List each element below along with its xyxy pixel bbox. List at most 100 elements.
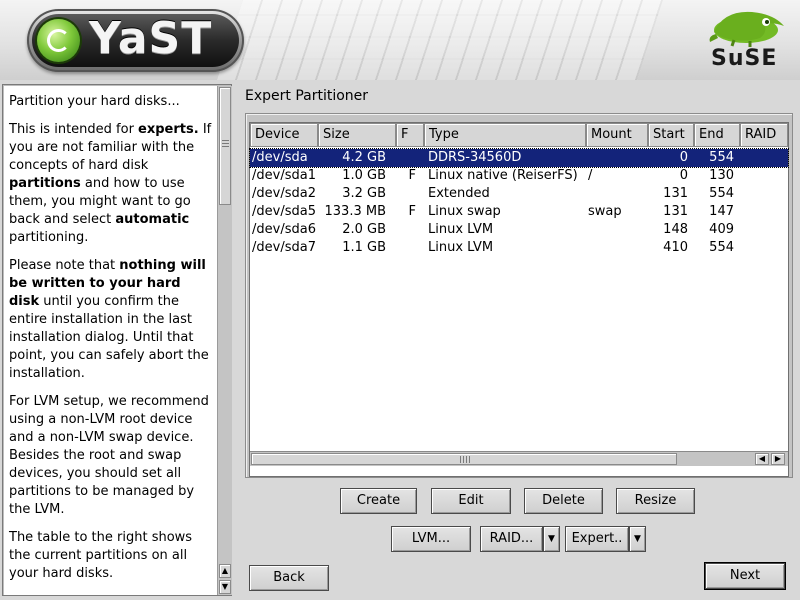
suse-logo-text: SuSE — [711, 46, 778, 71]
resize-button-label: Resize — [634, 493, 677, 508]
column-header-start[interactable]: Start — [648, 123, 694, 147]
scrollbar-grip — [222, 140, 229, 149]
delete-button-label: Delete — [542, 493, 585, 508]
raid-button-label: RAID... — [489, 531, 534, 546]
help-text-frame: Partition your hard disks... This is inte… — [2, 84, 232, 596]
next-button-label: Next — [729, 568, 761, 583]
help-emphasis: experts. — [138, 122, 199, 137]
cell-device: /dev/sda6 — [252, 222, 316, 237]
help-text-run: Partition your hard disks... — [9, 94, 180, 109]
cell-f: F — [408, 168, 416, 183]
help-paragraph: Please note that nothing will be written… — [9, 257, 215, 383]
cell-end: 554 — [709, 240, 734, 255]
table-scrollbar-thumb[interactable] — [251, 453, 677, 465]
scroll-right-arrow-icon[interactable]: ▶ — [771, 453, 785, 465]
help-text-run: This is intended for — [9, 122, 139, 137]
edit-button-label: Edit — [458, 493, 484, 508]
back-button[interactable]: Back — [249, 565, 329, 591]
cell-type: Linux swap — [428, 204, 501, 219]
scrollbar-grip — [460, 456, 470, 463]
lvm-button[interactable]: LVM... — [391, 526, 471, 552]
help-text: Partition your hard disks... This is inte… — [9, 93, 215, 593]
help-scrollbar[interactable]: ▲ ▼ — [217, 86, 232, 595]
suse-logo: SuSE — [704, 6, 790, 76]
help-emphasis: partitions — [9, 176, 81, 191]
help-paragraph: This is intended for experts. If you are… — [9, 121, 215, 247]
yast-logo-text: YaST — [89, 13, 213, 64]
table-body: /dev/sda 4.2 GB DDRS-34560D 0 554/dev/sda1 1.… — [249, 148, 789, 257]
cell-start: 410 — [663, 240, 688, 255]
column-header-size[interactable]: Size — [318, 123, 396, 147]
cell-start: 131 — [663, 204, 688, 219]
cell-device: /dev/sda2 — [252, 186, 316, 201]
table-row[interactable]: /dev/sda5 133.3 MB F Linux swap swap 131 147 — [250, 203, 788, 221]
keyboard-background-decoration — [217, 0, 663, 80]
cell-size: 1.0 GB — [342, 168, 386, 183]
table-row[interactable]: /dev/sda2 3.2 GB Extended 131 554 — [250, 185, 788, 203]
lvm-button-label: LVM... — [411, 531, 451, 546]
suse-chameleon-icon — [709, 11, 784, 47]
cell-mount: swap — [588, 204, 622, 219]
help-text-run: until you confirm the entire installatio… — [9, 294, 209, 381]
help-text-run: partitioning. — [9, 230, 89, 245]
table-row[interactable]: /dev/sda6 2.0 GB Linux LVM 148 409 — [250, 221, 788, 239]
expert-button-label: Expert.. — [571, 531, 623, 546]
cell-type: Linux native (ReiserFS) — [428, 168, 578, 183]
cell-end: 554 — [709, 186, 734, 201]
help-text-run: For LVM setup, we recommend using a non-… — [9, 394, 209, 517]
cell-f: F — [408, 204, 416, 219]
help-paragraph: For LVM setup, we recommend using a non-… — [9, 393, 215, 519]
raid-dropdown-arrow-icon[interactable]: ▼ — [543, 526, 560, 552]
expert-dropdown-arrow-icon[interactable]: ▼ — [629, 526, 646, 552]
edit-button[interactable]: Edit — [431, 488, 511, 514]
column-header-type[interactable]: Type — [424, 123, 586, 147]
cell-device: /dev/sda — [252, 150, 308, 165]
table-row[interactable]: /dev/sda7 1.1 GB Linux LVM 410 554 — [250, 239, 788, 257]
cell-end: 554 — [709, 150, 734, 165]
table-row[interactable]: /dev/sda 4.2 GB DDRS-34560D 0 554 — [249, 148, 789, 168]
column-header-end[interactable]: End — [694, 123, 740, 147]
table-row[interactable]: /dev/sda1 1.0 GB F Linux native (ReiserFS) /… — [250, 167, 788, 185]
cell-type: DDRS-34560D — [428, 150, 522, 165]
column-header-device[interactable]: Device — [250, 123, 318, 147]
cell-device: /dev/sda7 — [252, 240, 316, 255]
column-header-f[interactable]: F — [396, 123, 424, 147]
create-button[interactable]: Create — [340, 488, 417, 514]
create-button-label: Create — [356, 493, 401, 508]
cell-device: /dev/sda5 — [252, 204, 316, 219]
table-header: Device Size F Type Mount Start End RAID — [250, 123, 788, 147]
table-horizontal-scrollbar[interactable]: ◀ ▶ — [250, 451, 788, 466]
scroll-left-arrow-icon[interactable]: ◀ — [755, 453, 769, 465]
partition-panel: Device Size F Type Mount Start End RAID … — [245, 113, 793, 478]
cell-start: 0 — [679, 168, 688, 183]
next-button[interactable]: Next — [705, 563, 785, 589]
cell-size: 133.3 MB — [324, 204, 386, 219]
back-button-label: Back — [273, 570, 305, 585]
help-text-run: The table to the right shows the current… — [9, 530, 193, 581]
scroll-up-arrow-icon[interactable]: ▲ — [219, 564, 231, 578]
column-header-mount[interactable]: Mount — [586, 123, 648, 147]
page-title: Expert Partitioner — [245, 88, 369, 104]
raid-button[interactable]: RAID... — [480, 526, 543, 552]
help-paragraph: The table to the right shows the current… — [9, 529, 215, 583]
delete-button[interactable]: Delete — [524, 488, 603, 514]
yast-logo-icon: YaST — [27, 9, 244, 72]
help-emphasis: automatic — [115, 212, 190, 227]
help-paragraph: Partition your hard disks... — [9, 93, 215, 111]
column-header-raid[interactable]: RAID — [740, 123, 788, 147]
cell-start: 148 — [663, 222, 688, 237]
resize-button[interactable]: Resize — [616, 488, 695, 514]
cell-size: 2.0 GB — [342, 222, 386, 237]
cell-size: 3.2 GB — [342, 186, 386, 201]
cell-type: Linux LVM — [428, 222, 494, 237]
cell-mount: / — [588, 168, 593, 183]
main-area: Expert Partitioner Device Size F Type Mo… — [235, 80, 800, 600]
help-scrollbar-thumb[interactable] — [219, 87, 231, 205]
cell-device: /dev/sda1 — [252, 168, 316, 183]
expert-button[interactable]: Expert.. — [565, 526, 629, 552]
header-banner: YaST SuSE — [0, 0, 800, 80]
scroll-down-arrow-icon[interactable]: ▼ — [219, 580, 231, 594]
cell-start: 131 — [663, 186, 688, 201]
partition-table[interactable]: Device Size F Type Mount Start End RAID … — [249, 122, 789, 477]
cell-size: 4.2 GB — [342, 150, 386, 165]
